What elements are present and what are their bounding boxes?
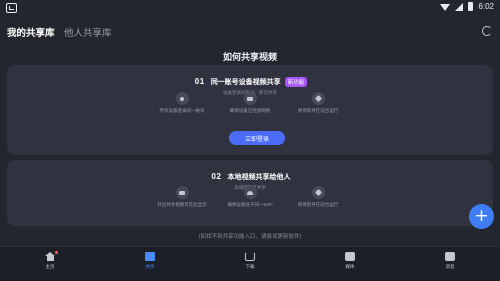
nav-label: 下载 (245, 264, 255, 269)
step-text: 确保设备处于同一WiFi (227, 202, 273, 207)
card-title: 同一账号设备视频共享 (210, 78, 281, 86)
top-tabs: 我的共享库 他人共享库 (0, 22, 500, 42)
steps-list: 所有设备登录同一账号 确保设备已连接网络 保持软件在前台运行 (157, 92, 343, 114)
notification-dot (55, 251, 58, 254)
tab-my-library[interactable]: 我的共享库 (7, 25, 55, 39)
nav-label: 主页 (45, 264, 55, 269)
refresh-icon[interactable] (482, 26, 492, 36)
bottom-nav: 主页 共享 下载 媒体 消息 (0, 246, 500, 281)
battery-icon (468, 2, 474, 11)
nav-label: 共享 (145, 264, 155, 269)
nav-item-share[interactable]: 共享 (135, 252, 165, 270)
step-text: 保持软件在前台运行 (297, 108, 339, 113)
step-text: 开启共享视频可在此显示 (157, 202, 207, 207)
tab-others-library[interactable]: 他人共享库 (64, 25, 112, 39)
nav-item-media[interactable]: 媒体 (335, 252, 365, 270)
home-icon (45, 251, 58, 261)
step-item: 保持软件在前台运行 (293, 92, 343, 114)
message-icon (445, 252, 455, 261)
step-item: 所有设备登录同一账号 (157, 92, 207, 114)
wifi-icon (243, 186, 257, 199)
nav-item-home[interactable]: 主页 (35, 251, 65, 270)
status-time: 6:02 (478, 2, 494, 11)
step-item: 保持软件在前台运行 (293, 186, 343, 208)
update-hint: (如找不到共享功能入口，请尝试更新软件) (198, 234, 302, 240)
step-item: 确保设备已连接网络 (225, 92, 275, 114)
step-item: 开启共享视频可在此显示 (157, 186, 207, 208)
share-method-card-1: 01 同一账号设备视频共享 新功能 设备登录同账号，即可共享 所有设备登录同一账… (7, 65, 493, 155)
app-box-icon (311, 92, 325, 105)
media-icon (345, 252, 355, 261)
share-method-card-2: 02 本地视频共享给他人 局域网内可共享 开启共享视频可在此显示 确保设备处于同… (7, 160, 493, 226)
share-icon (145, 252, 155, 261)
step-text: 所有设备登录同一账号 (159, 108, 205, 113)
card-number: 02 (208, 172, 222, 181)
step-item: 确保设备处于同一WiFi (225, 186, 275, 208)
login-button[interactable]: 立即登录 (229, 131, 285, 145)
nav-label: 媒体 (345, 264, 355, 269)
nav-item-messages[interactable]: 消息 (435, 252, 465, 270)
card-number: 01 (191, 77, 205, 86)
new-feature-badge: 新功能 (284, 76, 308, 87)
download-icon (245, 252, 255, 261)
app-box-icon (311, 186, 325, 199)
status-bar: 6:02 (0, 0, 500, 16)
step-text: 确保设备已连接网络 (229, 108, 271, 113)
card-title: 本地视频共享给他人 (227, 173, 291, 181)
nav-label: 消息 (445, 264, 455, 269)
page-title: 如何共享视频 (222, 52, 277, 62)
app-logo-icon (6, 3, 17, 13)
add-share-button[interactable]: + (469, 204, 494, 229)
signal-icon (455, 2, 464, 11)
steps-list: 开启共享视频可在此显示 确保设备处于同一WiFi 保持软件在前台运行 (157, 186, 343, 208)
step-text: 保持软件在前台运行 (297, 202, 339, 207)
user-icon (175, 92, 189, 105)
screen-icon (243, 92, 257, 105)
share-video-icon (175, 186, 189, 199)
wifi-icon (440, 4, 451, 11)
nav-item-download[interactable]: 下载 (235, 252, 265, 270)
